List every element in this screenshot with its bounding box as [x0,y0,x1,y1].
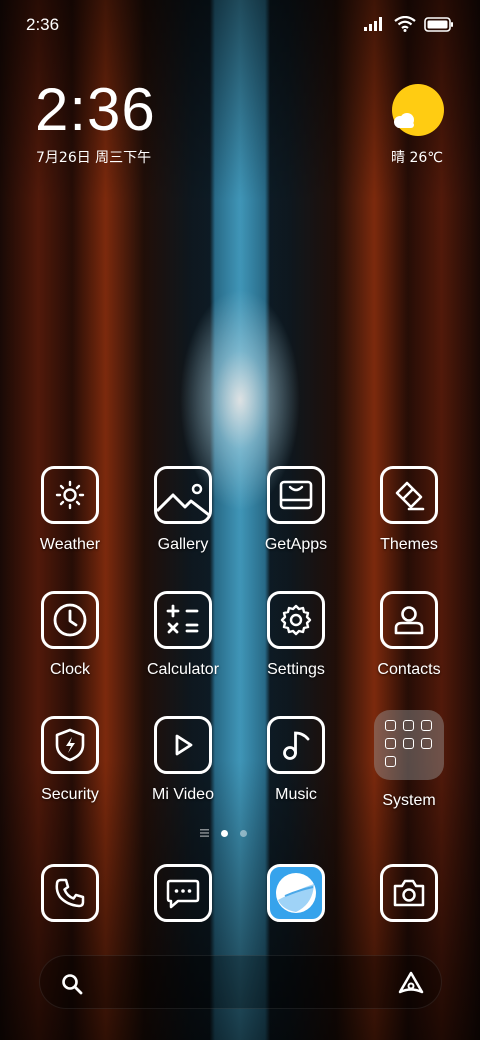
signal-icon [364,17,382,31]
battery-icon [424,16,453,32]
cloud-icon [394,113,414,128]
compass-icon [421,738,432,749]
app-label: Security [41,786,99,803]
app-label: Music [275,786,317,803]
app-weather[interactable]: Weather [20,466,120,554]
app-mi-video[interactable]: Mi Video [133,716,233,804]
app-contacts[interactable]: Contacts [359,591,459,679]
misc-app-icon [385,756,396,767]
app-label: Mi Video [152,786,214,803]
assistant-icon[interactable] [397,970,425,996]
camera-icon [380,864,438,922]
brush-icon [380,466,438,524]
dock-messages[interactable] [133,864,233,922]
person-icon [380,591,438,649]
folder-icon [374,710,444,780]
clock-widget-date: 7月26日 周三下午 [36,150,152,166]
app-label: System [382,792,436,809]
app-label: Gallery [157,536,209,553]
app-getapps[interactable]: GetApps [246,466,346,554]
search-bar[interactable] [39,955,442,1009]
app-label: Contacts [377,661,441,678]
app-clock[interactable]: Clock [20,591,120,679]
app-label: Settings [267,661,325,678]
menu-lines-icon [200,829,209,837]
store-icon [267,466,325,524]
page-indicator[interactable] [200,829,247,837]
cleaner-icon [403,738,414,749]
app-calculator[interactable]: Calculator [133,591,233,679]
app-settings[interactable]: Settings [246,591,346,679]
app-label: Calculator [146,661,220,678]
scan-icon [385,720,396,731]
app-label: Weather [39,536,101,553]
status-time: 2:36 [26,15,60,34]
music-note-icon [267,716,325,774]
search-icon [62,974,83,995]
clock-widget-time[interactable]: 2:36 [35,78,156,142]
dock-phone[interactable] [20,864,120,922]
page-dot-active [221,829,228,837]
page-dot [240,829,247,837]
recorder-icon [403,720,414,731]
status-bar: 2:36 [0,0,480,50]
app-music[interactable]: Music [246,716,346,804]
download-icon [385,738,396,749]
app-themes[interactable]: Themes [359,466,459,554]
shield-bolt-icon [41,716,99,774]
folder-system[interactable]: System [359,710,459,810]
sun-icon[interactable] [392,84,444,136]
browser-icon [267,864,325,922]
calculator-icon [154,591,212,649]
messages-icon [154,864,212,922]
wifi-icon [394,16,416,32]
app-label: Themes [380,536,438,553]
clock-icon [41,591,99,649]
target-icon [421,720,432,731]
image-icon [154,466,212,524]
dock-browser[interactable] [246,864,346,922]
play-icon [154,716,212,774]
app-gallery[interactable]: Gallery [133,466,233,554]
app-label: GetApps [264,536,328,553]
gear-icon [267,591,325,649]
app-label: Clock [49,661,90,678]
phone-icon [41,864,99,922]
app-security[interactable]: Security [20,716,120,804]
dock-camera[interactable] [359,864,459,922]
sun-icon [41,466,99,524]
weather-summary: 晴 26℃ [391,150,443,166]
